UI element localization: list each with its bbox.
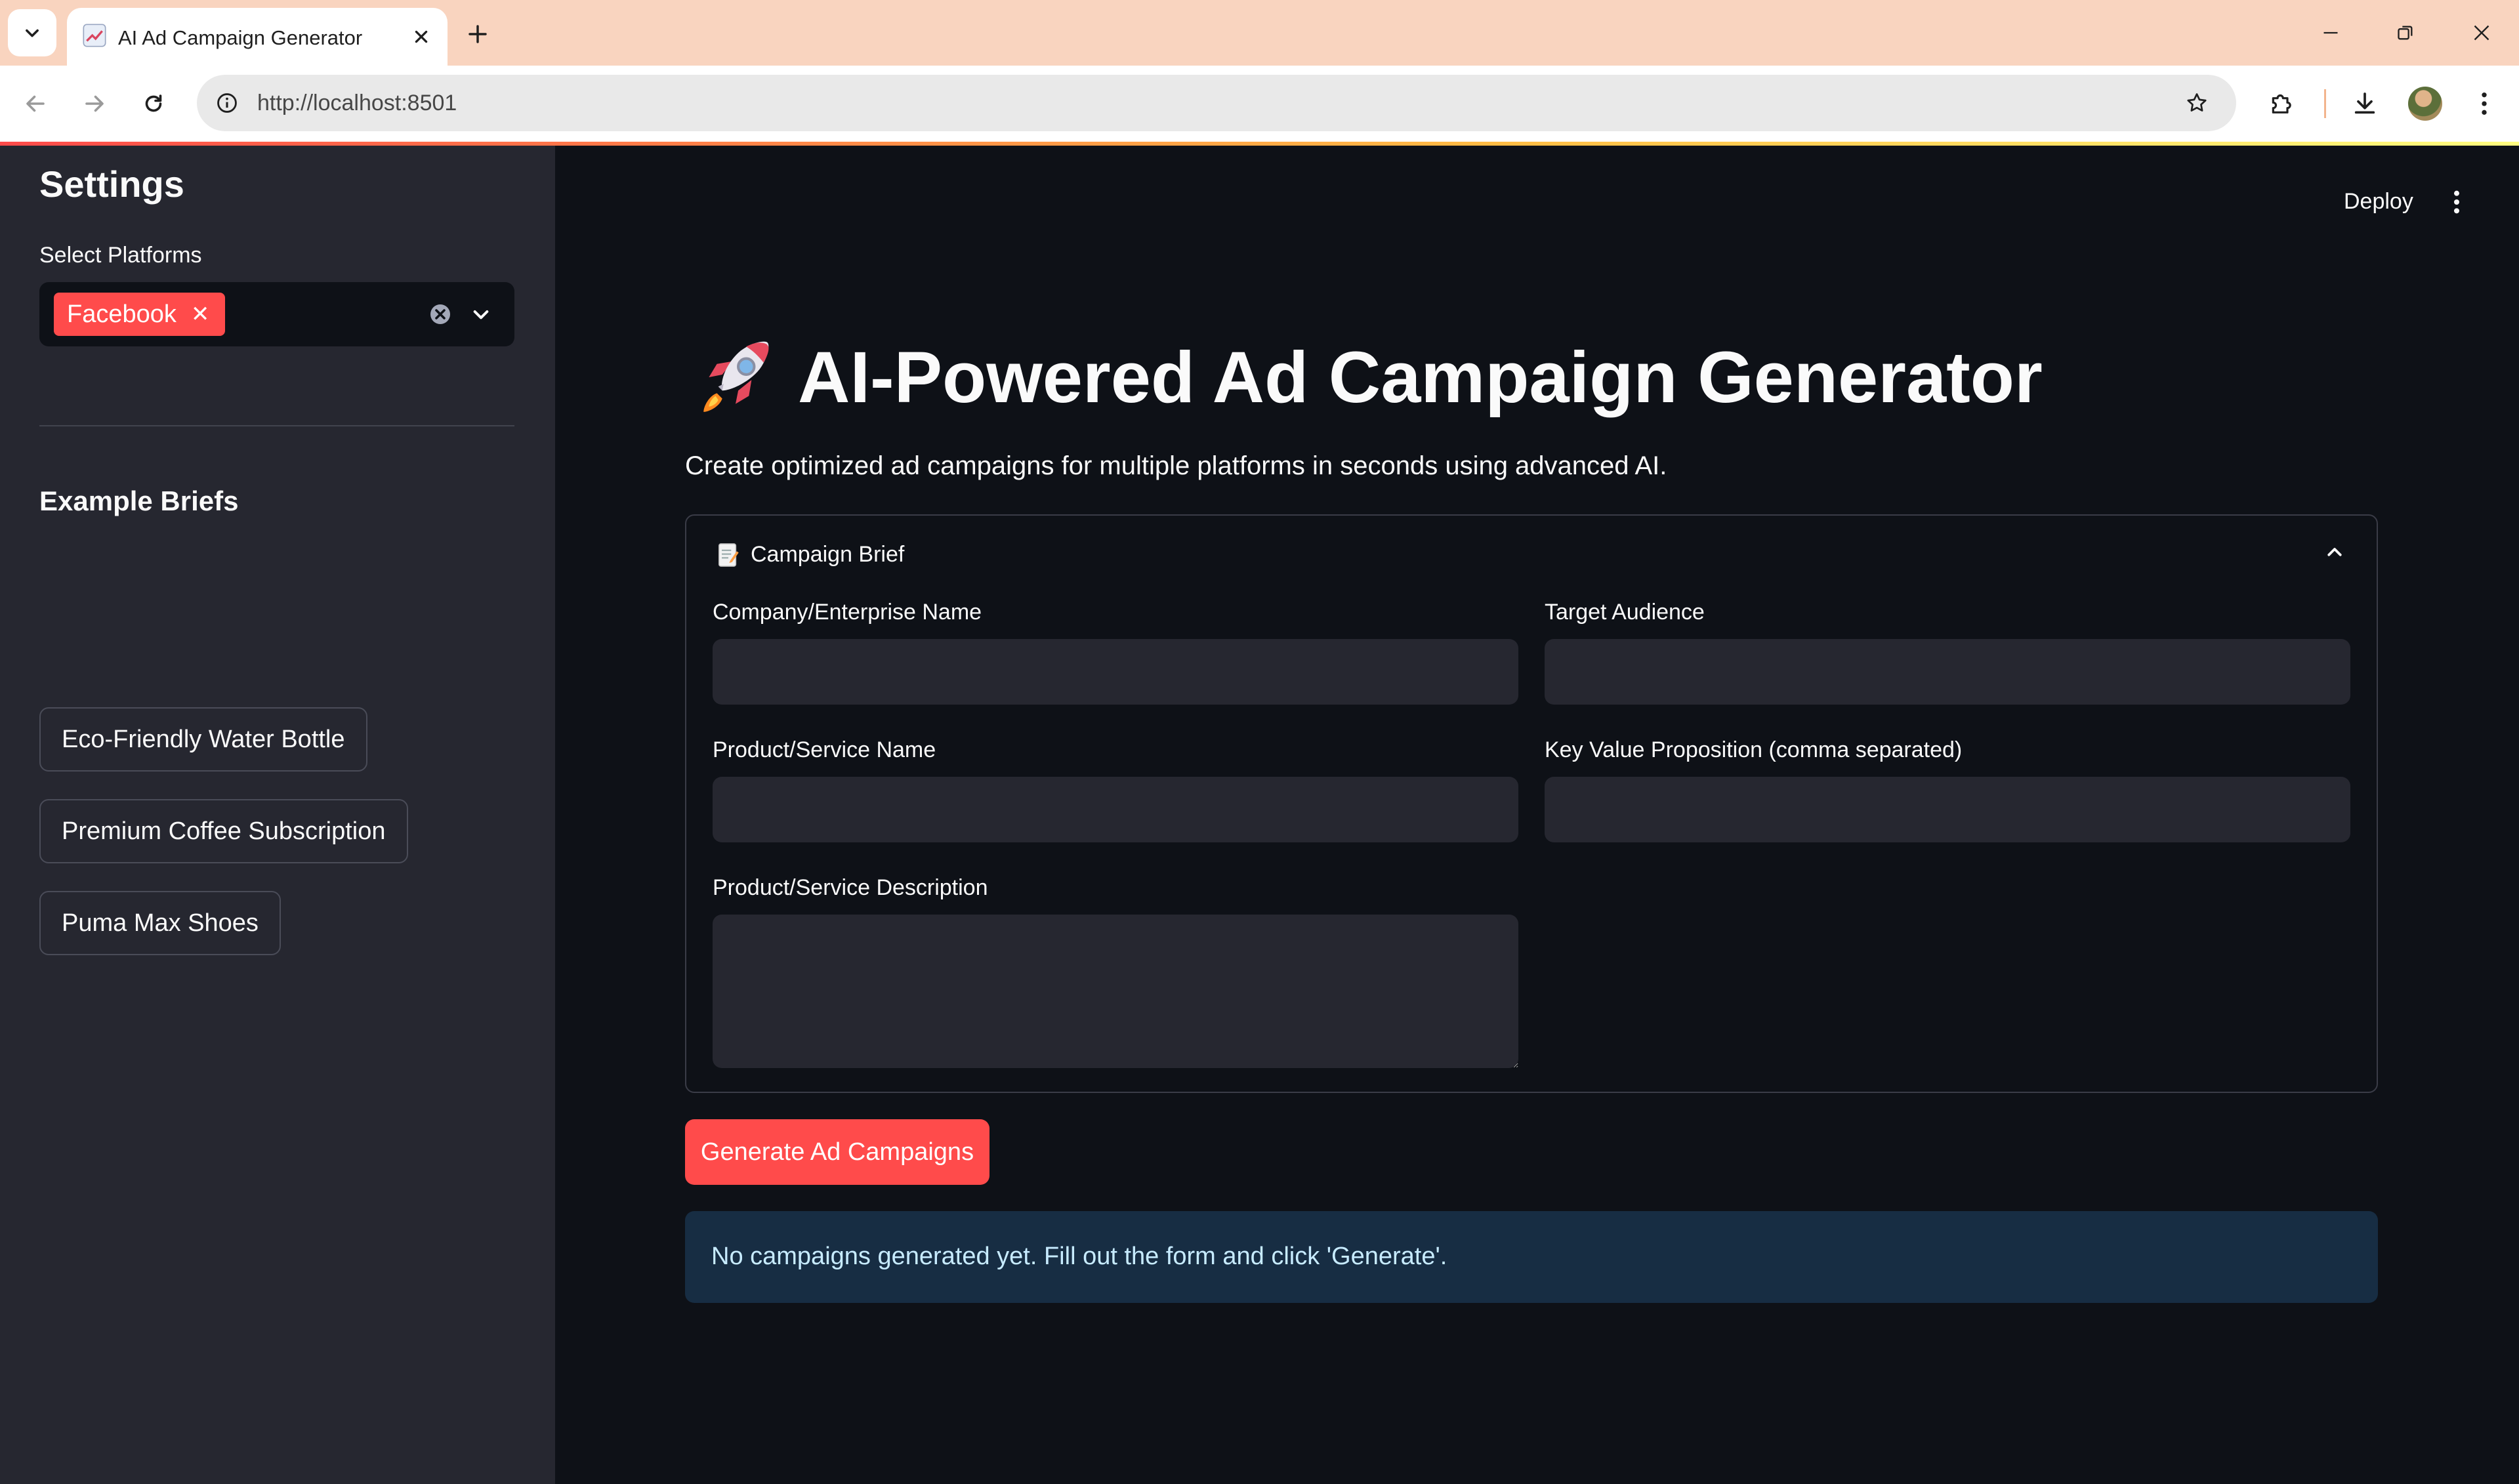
- extensions-puzzle-icon[interactable]: [2261, 84, 2300, 123]
- campaign-brief-expander: Campaign Brief Company/Enterprise Name T…: [685, 514, 2378, 1093]
- browser-tab-active[interactable]: AI Ad Campaign Generator: [67, 8, 448, 66]
- platforms-label: Select Platforms: [39, 243, 202, 268]
- page-subtitle: Create optimized ad campaigns for multip…: [685, 451, 1667, 480]
- bookmark-star-icon[interactable]: [2181, 87, 2213, 119]
- remove-chip-icon[interactable]: ✕: [191, 303, 210, 325]
- tab-title: AI Ad Campaign Generator: [118, 26, 363, 49]
- example-brief-button[interactable]: Puma Max Shoes: [39, 891, 281, 955]
- browser-menu-icon[interactable]: [2465, 84, 2504, 123]
- forward-arrow-icon[interactable]: [75, 84, 114, 123]
- value-proposition-label: Key Value Proposition (comma separated): [1545, 737, 1963, 762]
- platforms-multiselect[interactable]: Facebook ✕: [39, 282, 514, 346]
- target-audience-label: Target Audience: [1545, 600, 1705, 625]
- close-window-icon[interactable]: [2462, 14, 2501, 51]
- generate-campaigns-button[interactable]: Generate Ad Campaigns: [685, 1119, 989, 1185]
- platform-chip-label: Facebook: [67, 300, 177, 328]
- chevron-up-icon[interactable]: [2320, 538, 2349, 567]
- info-message: No campaigns generated yet. Fill out the…: [711, 1243, 1447, 1270]
- new-tab-plus-icon[interactable]: [459, 16, 496, 52]
- toolbar-divider: [2324, 89, 2326, 118]
- sidebar-title: Settings: [39, 163, 184, 205]
- site-info-icon[interactable]: [211, 87, 243, 119]
- page-title-row: AI-Powered Ad Campaign Generator: [693, 335, 2043, 420]
- tab-close-icon[interactable]: [407, 22, 436, 51]
- value-proposition-input[interactable]: [1545, 777, 2350, 842]
- deploy-button[interactable]: Deploy: [2344, 189, 2413, 215]
- example-brief-button[interactable]: Eco-Friendly Water Bottle: [39, 707, 367, 772]
- product-name-input[interactable]: [713, 777, 1518, 842]
- restore-window-icon[interactable]: [2386, 14, 2425, 51]
- main-menu-icon[interactable]: [2442, 184, 2471, 220]
- memo-icon: [718, 543, 739, 567]
- platform-chip: Facebook ✕: [54, 293, 226, 336]
- chart-favicon-icon: [83, 24, 106, 47]
- tab-search-button[interactable]: [8, 9, 56, 56]
- chevron-down-icon: [26, 29, 39, 37]
- sidebar-divider: [39, 425, 514, 426]
- rocket-icon: [703, 341, 769, 412]
- download-icon[interactable]: [2345, 84, 2384, 123]
- profile-avatar[interactable]: [2408, 87, 2442, 121]
- address-bar[interactable]: http://localhost:8501: [197, 75, 2236, 131]
- minimize-window-icon[interactable]: [2311, 14, 2350, 51]
- info-alert: No campaigns generated yet. Fill out the…: [685, 1211, 2378, 1303]
- example-briefs-title: Example Briefs: [39, 485, 239, 516]
- reload-icon[interactable]: [134, 84, 173, 123]
- company-name-label: Company/Enterprise Name: [713, 600, 982, 625]
- clear-all-icon[interactable]: [428, 302, 453, 327]
- dropdown-chevron-icon[interactable]: [466, 299, 496, 329]
- back-arrow-icon[interactable]: [16, 84, 55, 123]
- product-description-label: Product/Service Description: [713, 875, 988, 900]
- product-description-textarea[interactable]: [713, 915, 1518, 1068]
- company-name-input[interactable]: [713, 639, 1518, 705]
- page-title: AI-Powered Ad Campaign Generator: [798, 337, 2043, 418]
- product-name-label: Product/Service Name: [713, 737, 936, 762]
- url-text[interactable]: http://localhost:8501: [257, 91, 457, 116]
- expander-title[interactable]: Campaign Brief: [751, 542, 904, 567]
- target-audience-input[interactable]: [1545, 639, 2350, 705]
- browser-toolbar: http://localhost:8501: [0, 66, 2519, 142]
- example-brief-button[interactable]: Premium Coffee Subscription: [39, 799, 408, 863]
- browser-tab-strip: AI Ad Campaign Generator: [0, 0, 2519, 66]
